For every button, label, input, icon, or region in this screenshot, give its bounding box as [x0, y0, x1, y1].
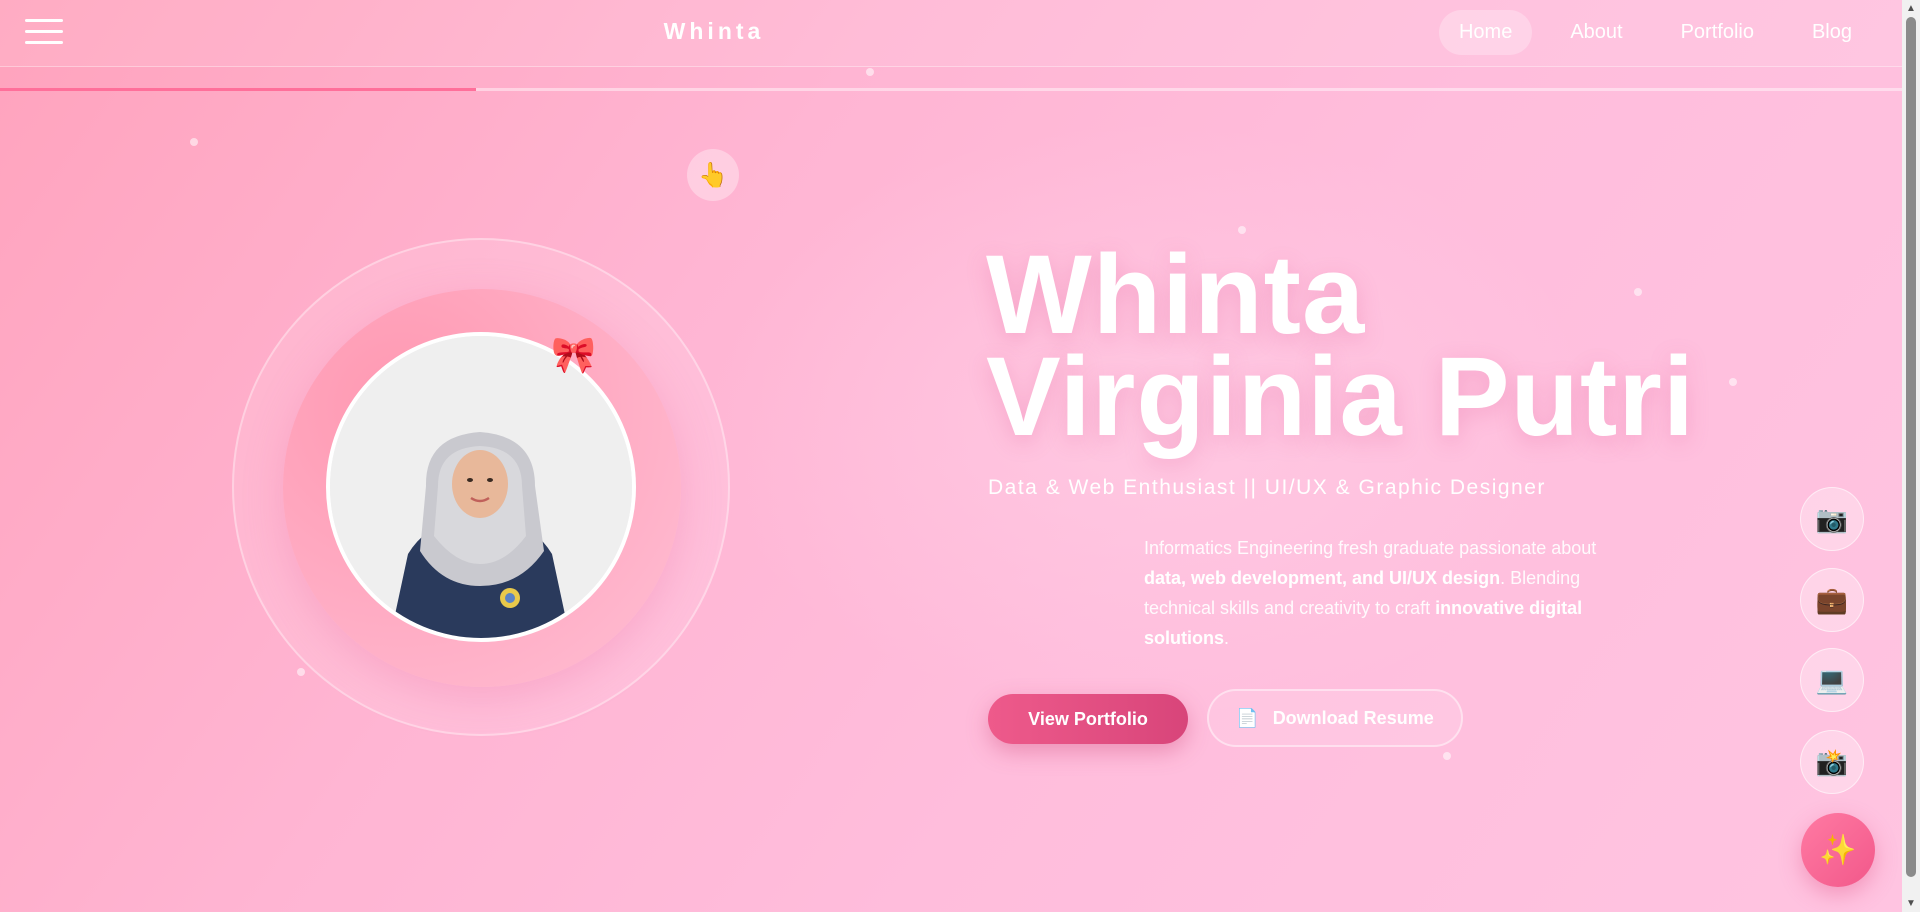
scroll-thumb[interactable]	[1906, 17, 1916, 877]
briefcase-icon: 💼	[1815, 584, 1849, 615]
brand-logo[interactable]: Whinta	[0, 18, 1428, 45]
profile-portrait-illustration	[330, 336, 632, 638]
description-highlight: data, web development, and UI/UX design	[1144, 568, 1501, 588]
nav-link-about[interactable]: About	[1550, 10, 1642, 55]
scroll-up-arrow-icon[interactable]: ▲	[1902, 0, 1920, 17]
photo-camera-icon: 📸	[1815, 746, 1849, 777]
bow-icon: 🎀	[551, 334, 596, 375]
view-portfolio-label: View Portfolio	[1028, 708, 1148, 729]
particle	[190, 138, 198, 146]
nav-link-blog[interactable]: Blog	[1792, 10, 1872, 55]
laptop-icon: 💻	[1815, 664, 1849, 695]
social-photo-button[interactable]: 📸	[1800, 730, 1864, 794]
scroll-progress-fill	[0, 88, 476, 91]
particle	[297, 668, 305, 676]
pointer-badge: 👆	[687, 149, 739, 201]
download-resume-button[interactable]: 📄 Download Resume	[1207, 689, 1463, 747]
camera-icon: 📷	[1815, 503, 1849, 534]
particle	[866, 68, 874, 76]
particle	[1443, 752, 1451, 760]
nav-link-portfolio[interactable]: Portfolio	[1661, 10, 1774, 55]
nav-link-home[interactable]: Home	[1438, 9, 1533, 55]
navbar: Whinta Home About Portfolio Blog	[0, 0, 1902, 67]
hero-description: Informatics Engineering fresh graduate p…	[1144, 533, 1624, 653]
nav-links: Home About Portfolio Blog	[1438, 9, 1872, 55]
social-laptop-button[interactable]: 💻	[1800, 648, 1864, 712]
social-camera-button[interactable]: 📷	[1800, 487, 1864, 551]
view-portfolio-button[interactable]: View Portfolio	[988, 694, 1188, 744]
profile-photo	[326, 332, 636, 642]
hero-name-line2: Virginia Putri	[986, 334, 1695, 459]
sparkles-icon: ✨	[1819, 833, 1857, 867]
document-icon: 📄	[1236, 707, 1259, 728]
particle	[1729, 378, 1737, 386]
scroll-progress-bar	[0, 88, 1902, 91]
download-resume-label: Download Resume	[1272, 707, 1434, 728]
page-scrollbar[interactable]: ▲ ▼	[1902, 0, 1920, 912]
pointing-hand-icon: 👆	[698, 161, 728, 189]
sparkle-fab-button[interactable]: ✨	[1801, 813, 1875, 887]
scroll-down-arrow-icon[interactable]: ▼	[1902, 895, 1920, 912]
description-text: .	[1224, 628, 1230, 648]
hero-subtitle: Data & Web Enthusiast || UI/UX & Graphic…	[988, 476, 1546, 499]
description-text: Informatics Engineering fresh graduate p…	[1144, 538, 1597, 558]
social-briefcase-button[interactable]: 💼	[1800, 568, 1864, 632]
hero-name: Whinta Virginia Putri	[986, 239, 1695, 453]
